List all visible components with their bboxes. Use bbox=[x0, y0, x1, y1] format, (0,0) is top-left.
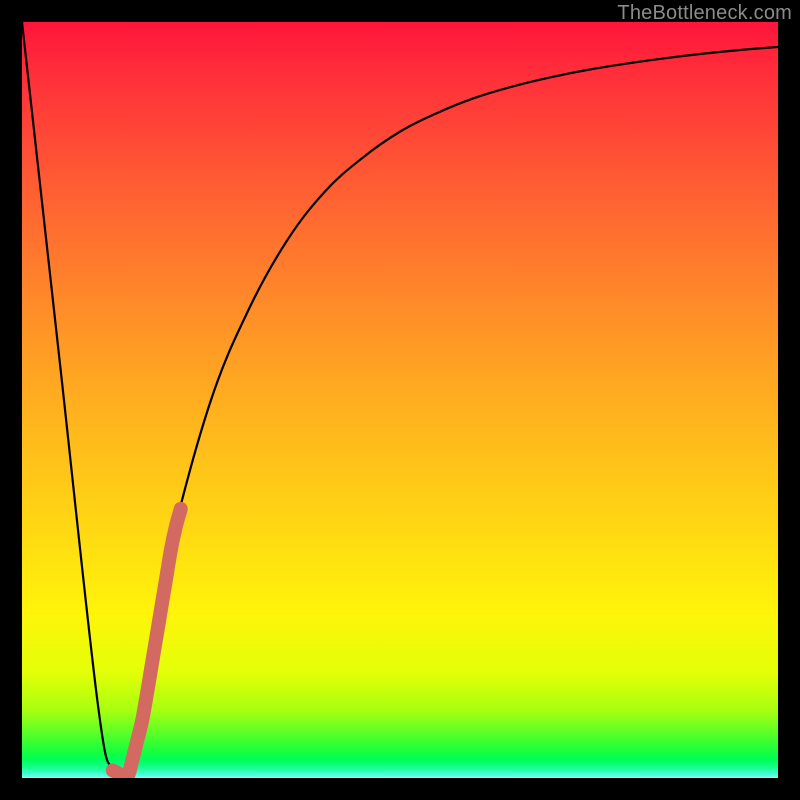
chart-frame: TheBottleneck.com bbox=[0, 0, 800, 800]
gradient-plot-area bbox=[22, 22, 778, 778]
